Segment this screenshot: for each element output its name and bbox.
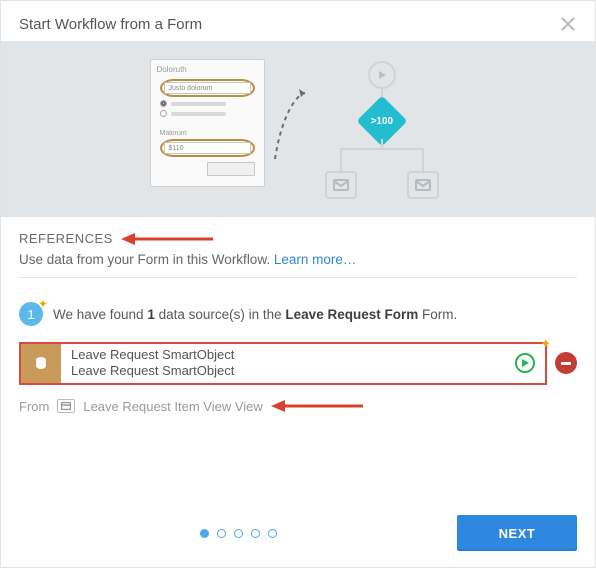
mock-field: $110 (164, 142, 251, 154)
start-workflow-dialog: Start Workflow from a Form Doloruth Just… (0, 0, 596, 568)
close-icon (561, 17, 575, 31)
references-section: REFERENCES Use data from your Form in th… (1, 217, 595, 288)
sparkle-icon: ✦ (540, 336, 551, 352)
envelope-icon (333, 179, 349, 191)
dashed-arrow-icon (273, 59, 309, 179)
learn-more-link[interactable]: Learn more… (274, 252, 357, 267)
pager-dot[interactable] (268, 529, 277, 538)
dialog-footer: NEXT (1, 501, 595, 567)
dashed-connector (273, 59, 309, 179)
play-icon (377, 70, 387, 80)
step-badge: 1 ✦ (19, 302, 43, 326)
start-node (368, 61, 396, 89)
highlight-ring: $110 (160, 139, 255, 157)
illustration-panel: Doloruth Justo dolorum Malorum $110 (1, 41, 595, 217)
email-node (407, 171, 439, 199)
dialog-header: Start Workflow from a Form (1, 1, 595, 41)
data-source-play-button[interactable] (515, 353, 535, 373)
pager-dot[interactable] (217, 529, 226, 538)
mock-field: Justo dolorum (164, 82, 251, 94)
highlight-ring: Justo dolorum (160, 79, 255, 97)
mock-form-title: Doloruth (157, 65, 258, 74)
from-view-name: Leave Request Item View View (83, 399, 262, 414)
flow-diagram: >100 (317, 59, 447, 199)
smartobject-icon (21, 344, 61, 383)
dialog-title: Start Workflow from a Form (19, 16, 202, 33)
found-section: 1 ✦ We have found 1 data source(s) in th… (1, 288, 595, 391)
close-button[interactable] (559, 15, 577, 33)
mock-form: Doloruth Justo dolorum Malorum $110 (150, 59, 265, 187)
references-heading: REFERENCES (19, 231, 113, 246)
annotation-arrow-icon (271, 399, 363, 413)
next-button[interactable]: NEXT (457, 515, 577, 551)
play-icon (521, 359, 529, 367)
minus-icon (561, 362, 571, 365)
envelope-icon (415, 179, 431, 191)
mock-field-label: Malorum (160, 130, 255, 137)
email-node (325, 171, 357, 199)
pager-dot[interactable] (200, 529, 209, 538)
radio-icon (160, 110, 167, 117)
annotation-arrow-icon (121, 232, 213, 246)
from-label: From (19, 399, 49, 414)
pager-dot[interactable] (251, 529, 260, 538)
references-subtitle: Use data from your Form in this Workflow… (19, 252, 577, 267)
mock-button (207, 162, 255, 176)
data-source-title: Leave Request SmartObject (71, 347, 234, 363)
pager-dot[interactable] (234, 529, 243, 538)
from-row: From Leave Request Item View View (1, 391, 595, 418)
radio-icon (160, 100, 167, 107)
data-source-subtitle: Leave Request SmartObject (71, 363, 234, 379)
data-source-item[interactable]: Leave Request SmartObject Leave Request … (19, 342, 547, 385)
remove-data-source-button[interactable] (555, 352, 577, 374)
step-pager (19, 529, 457, 538)
sparkle-icon: ✦ (38, 297, 48, 311)
view-icon (57, 399, 75, 413)
found-text: We have found 1 data source(s) in the Le… (53, 307, 457, 322)
